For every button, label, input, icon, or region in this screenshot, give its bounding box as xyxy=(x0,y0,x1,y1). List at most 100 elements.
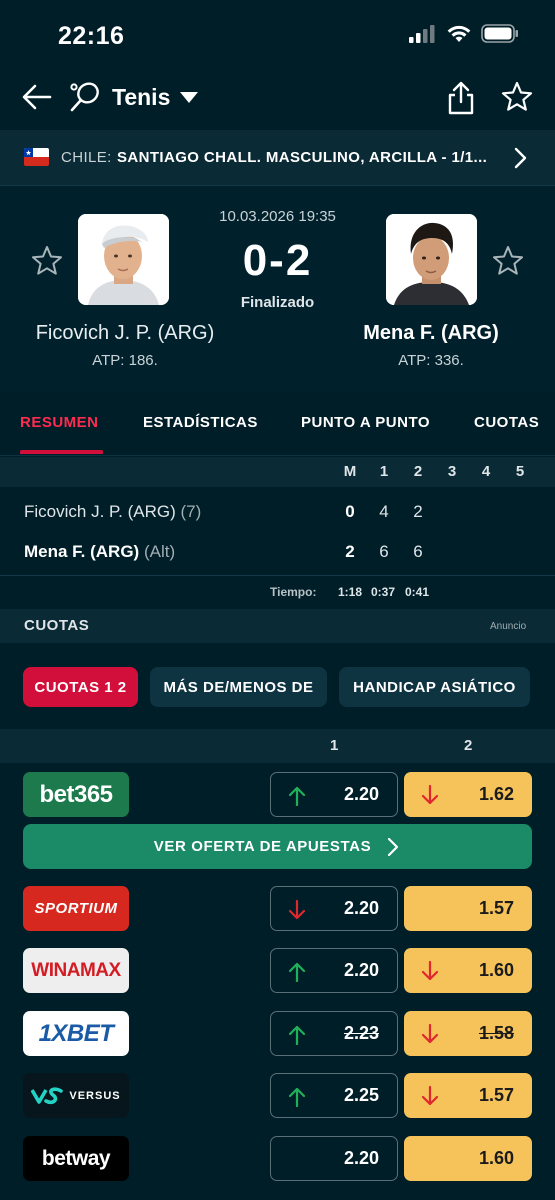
score-cell: 4 xyxy=(379,502,389,521)
score-table-header xyxy=(0,457,555,487)
col-header-set4: 4 xyxy=(481,463,491,480)
odd-value: 2.20 xyxy=(343,784,379,804)
arrow-up-icon xyxy=(288,786,306,807)
arrow-up-icon xyxy=(288,1025,306,1046)
chevron-right-icon xyxy=(388,837,399,856)
odd-button[interactable]: 1.57 xyxy=(404,886,532,931)
bookmaker-name: 1XBET xyxy=(38,1019,114,1047)
bookmaker-name: betway xyxy=(41,1146,111,1170)
arrow-up-icon xyxy=(288,962,306,983)
chile-flag-icon xyxy=(24,148,49,166)
bookmaker-logo-winamax[interactable]: WINAMAX xyxy=(23,948,129,993)
bookmaker-logo-1xbet[interactable]: 1XBET xyxy=(23,1011,129,1056)
arrow-down-icon xyxy=(421,784,439,805)
score-row-player2-name: Mena F. (ARG) xyxy=(24,542,140,561)
time-set1: 0:37 xyxy=(371,585,396,599)
odd-value: 2.25 xyxy=(343,1085,379,1105)
odd-value: 2.20 xyxy=(343,898,379,918)
arrow-down-icon xyxy=(288,899,306,920)
tab-estadisticas[interactable]: ESTADÍSTICAS xyxy=(143,414,258,431)
odd-button[interactable]: 2.20 xyxy=(270,948,398,993)
odd-value: 2.20 xyxy=(343,960,379,980)
bookmaker-name: bet365 xyxy=(39,780,113,808)
bookmaker-logo-bet365[interactable]: bet365 xyxy=(23,772,129,817)
active-tab-indicator xyxy=(20,450,103,454)
share-icon[interactable] xyxy=(444,80,478,116)
status-time: 22:16 xyxy=(58,22,125,50)
odds-col-1: 1 xyxy=(330,737,339,754)
score-row-player2: Mena F. (ARG) (Alt) xyxy=(24,542,175,562)
score-cell: 2 xyxy=(413,502,423,521)
odd-button[interactable]: 2.20 xyxy=(270,1136,398,1181)
odd-value: 1.57 xyxy=(478,898,514,918)
col-header-set1: 1 xyxy=(379,463,389,480)
score-row-player2-seed: (Alt) xyxy=(143,542,176,561)
score-cell: 6 xyxy=(379,542,389,561)
odd-button[interactable]: 1.62 xyxy=(404,772,532,817)
odd-value: 2.23 xyxy=(343,1023,379,1043)
odd-value: 1.60 xyxy=(478,1148,514,1168)
cellular-signal-icon xyxy=(409,24,435,43)
odds-title: CUOTAS xyxy=(24,617,90,634)
battery-icon xyxy=(481,24,518,43)
score-cell: 0 xyxy=(345,502,355,521)
odd-value: 1.57 xyxy=(478,1085,514,1105)
versus-logo-icon xyxy=(31,1086,64,1104)
chip-mas-menos[interactable]: MÁS DE/MENOS DE xyxy=(150,667,327,707)
time-set2: 0:41 xyxy=(405,585,430,599)
odd-button[interactable]: 1.60 xyxy=(404,948,532,993)
tournament-country: CHILE: xyxy=(61,149,112,166)
chip-handicap-asiatico[interactable]: HANDICAP ASIÁTICO xyxy=(339,667,530,707)
time-label: Tiempo: xyxy=(270,585,317,599)
bookmaker-name: WINAMAX xyxy=(31,959,121,981)
favorite-star-icon[interactable] xyxy=(500,80,534,114)
chevron-right-icon[interactable] xyxy=(510,145,530,171)
back-arrow-icon[interactable] xyxy=(20,80,54,114)
player1-name[interactable]: Ficovich J. P. (ARG) xyxy=(10,322,240,345)
score-row-player1: Ficovich J. P. (ARG) (7) xyxy=(24,502,201,522)
odd-value: 1.60 xyxy=(478,960,514,980)
player2-rank: ATP: 336. xyxy=(398,352,464,369)
tab-cuotas[interactable]: CUOTAS xyxy=(474,414,539,431)
match-score: 0-2 xyxy=(242,236,313,285)
bookmaker-logo-versus[interactable]: VERSUS xyxy=(23,1073,129,1118)
odd-value: 2.20 xyxy=(343,1148,379,1168)
chip-cuotas-1-2[interactable]: CUOTAS 1 2 xyxy=(23,667,138,707)
odd-button[interactable]: 2.20 xyxy=(270,886,398,931)
divider xyxy=(0,575,555,576)
score-row-player1-name: Ficovich J. P. (ARG) xyxy=(24,502,176,521)
arrow-down-icon xyxy=(421,960,439,981)
score-cell: 2 xyxy=(345,542,355,561)
arrow-down-icon xyxy=(421,1085,439,1106)
odd-value: 1.58 xyxy=(478,1023,514,1043)
ver-oferta-label: VER OFERTA DE APUESTAS xyxy=(153,838,372,855)
odd-button[interactable]: 1.57 xyxy=(404,1073,532,1118)
odds-col-2: 2 xyxy=(464,737,473,754)
score-row-player1-seed: (7) xyxy=(180,502,202,521)
player2-name[interactable]: Mena F. (ARG) xyxy=(316,322,546,345)
bookmaker-logo-sportium[interactable]: SPORTIUM xyxy=(23,886,129,931)
odd-button[interactable]: 1.58 xyxy=(404,1011,532,1056)
bookmaker-logo-betway[interactable]: betway xyxy=(23,1136,129,1181)
bookmaker-name: SPORTIUM xyxy=(34,900,118,917)
status-icons xyxy=(409,24,519,43)
arrow-down-icon xyxy=(421,1023,439,1044)
tab-punto-a-punto[interactable]: PUNTO A PUNTO xyxy=(301,414,430,431)
sport-title[interactable]: Tenis xyxy=(112,84,170,111)
tab-resumen[interactable]: RESUMEN xyxy=(20,414,99,431)
bookmaker-name: VERSUS xyxy=(69,1089,121,1102)
caret-down-icon[interactable] xyxy=(180,92,198,103)
player1-rank: ATP: 186. xyxy=(92,352,158,369)
match-status: Finalizado xyxy=(240,294,315,311)
ver-oferta-button[interactable]: VER OFERTA DE APUESTAS xyxy=(23,824,532,869)
col-header-m: M xyxy=(343,463,357,480)
score-cell: 6 xyxy=(413,542,423,561)
col-header-set3: 3 xyxy=(447,463,457,480)
tournament-name: SANTIAGO CHALL. MASCULINO, ARCILLA - 1/1… xyxy=(117,149,488,166)
odd-button[interactable]: 2.20 xyxy=(270,772,398,817)
ad-label: Anuncio xyxy=(490,621,527,632)
odd-button[interactable]: 2.25 xyxy=(270,1073,398,1118)
odd-button[interactable]: 2.23 xyxy=(270,1011,398,1056)
wifi-icon xyxy=(447,25,471,42)
odd-button[interactable]: 1.60 xyxy=(404,1136,532,1181)
